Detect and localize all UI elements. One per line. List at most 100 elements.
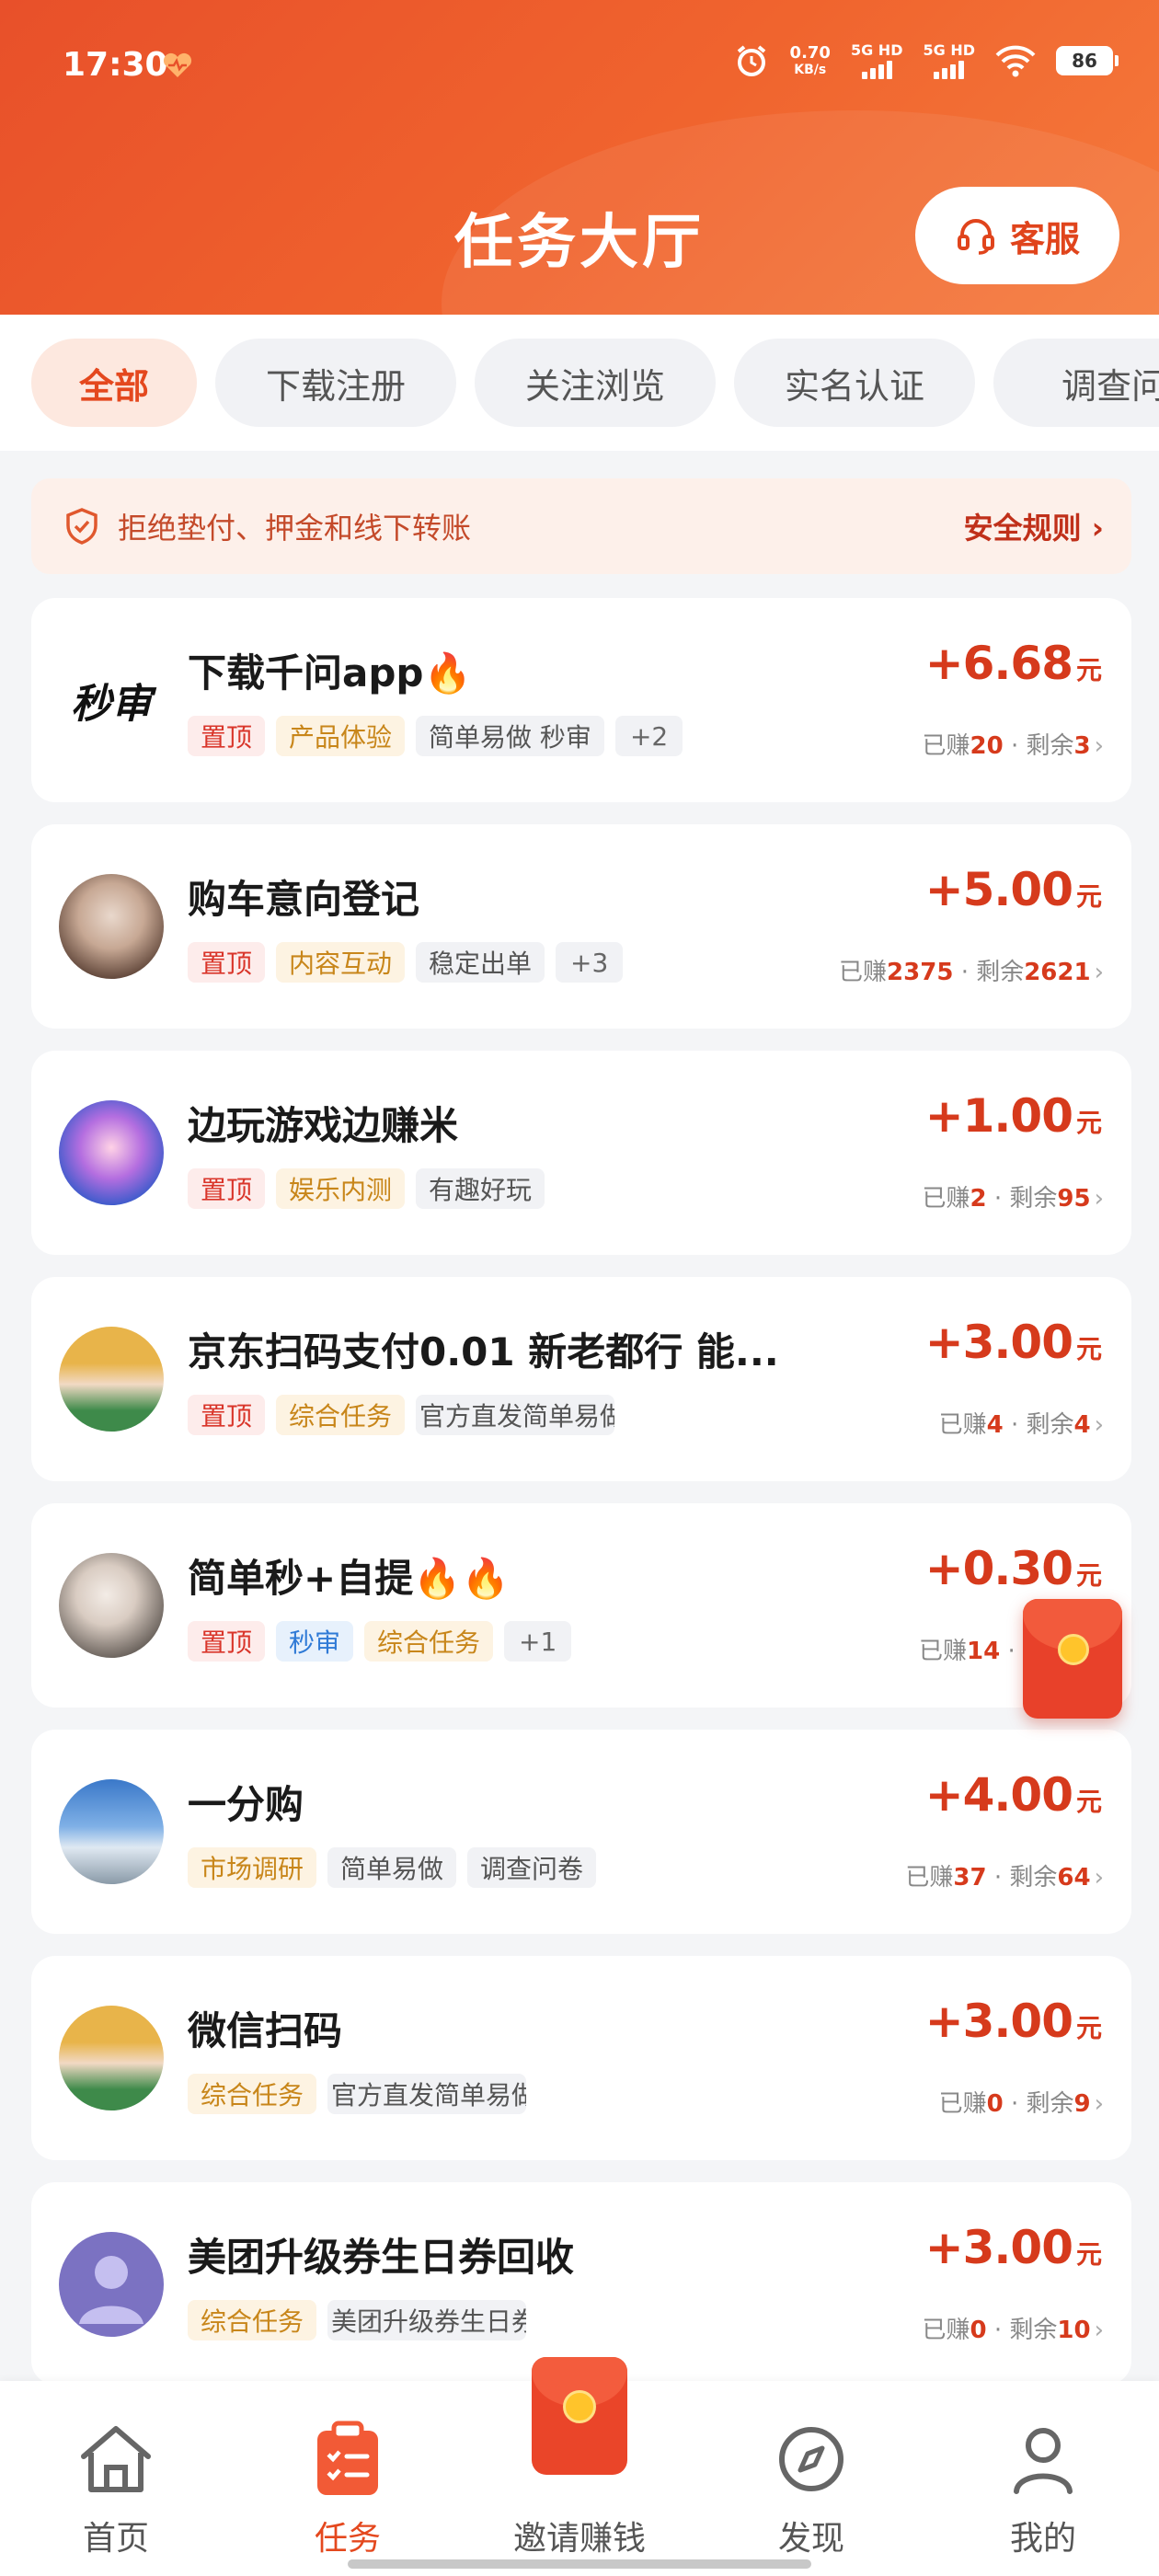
floating-red-envelope-icon[interactable] (1023, 1599, 1122, 1719)
earned-count: 37 (953, 1864, 987, 1892)
tag-pinned: 置顶 (188, 942, 266, 983)
task-reward-amount: +0.30 (924, 1542, 1073, 1595)
signal-2: 5G HD (923, 42, 975, 79)
home-icon (75, 2418, 157, 2501)
coin-icon (563, 2390, 596, 2423)
task-reward-unit: 元 (1075, 881, 1102, 912)
tab-real-name[interactable]: 实名认证 (734, 339, 975, 427)
tag-category: 市场调研 (188, 1847, 317, 1888)
status-right: 0.70 KB/s 5G HD 5G HD 86 (733, 42, 1119, 79)
task-reward-unit: 元 (1075, 1334, 1102, 1364)
task-card[interactable]: 购车意向登记 置顶 内容互动 稳定出单 +3 +5.00 元 已赚2375 · 剩… (31, 824, 1131, 1029)
remain-count: 10 (1057, 2317, 1091, 2344)
task-card[interactable]: 京东扫码支付0.01 新老都行 能... 置顶 综合任务 官方直发简单易做 +3… (31, 1277, 1131, 1481)
task-reward-unit: 元 (1075, 2013, 1102, 2043)
remain-label: · 剩余 (960, 959, 1025, 986)
task-reward-amount: +3.00 (924, 1316, 1073, 1369)
task-tags: 置顶 内容互动 稳定出单 +3 (188, 942, 624, 983)
nav-invite-label: 邀请赚钱 (512, 2520, 646, 2558)
task-avatar (59, 874, 164, 979)
task-card[interactable]: 美团升级券生日券回收 综合任务 美团升级券生日券 +3.00 元 已赚0 · 剩余… (31, 2182, 1131, 2385)
task-title: 京东扫码支付0.01 新老都行 能... (188, 1329, 779, 1374)
task-title: 简单秒+自提🔥🔥 (188, 1556, 510, 1601)
earned-count: 4 (986, 1411, 1004, 1439)
signal-1: 5G HD (851, 42, 902, 79)
nav-discover[interactable]: 发现 (695, 2381, 927, 2576)
nav-tasks[interactable]: 任务 (232, 2381, 464, 2576)
nav-discover-label: 发现 (777, 2520, 844, 2558)
remain-label: · 剩余 (993, 1185, 1058, 1213)
category-tabs: 全部 下载注册 关注浏览 实名认证 调查问 (0, 315, 1159, 451)
task-reward: +6.68 元 (925, 637, 1102, 690)
remain-label: · 剩余 (1010, 732, 1074, 760)
earned-label: 已赚 (905, 1864, 954, 1892)
task-avatar (59, 1327, 164, 1432)
chevron-right-icon: › (1094, 959, 1104, 986)
battery-icon: 86 (1056, 46, 1119, 75)
battery-level: 86 (1072, 50, 1097, 72)
tag-category: 娱乐内测 (276, 1168, 406, 1209)
task-reward-amount: +6.68 (924, 637, 1073, 690)
task-reward: +5.00 元 (925, 863, 1102, 916)
task-title: 一分购 (188, 1782, 304, 1827)
alarm-icon (737, 45, 765, 76)
task-avatar (59, 2006, 164, 2110)
status-bar: 17:30 0.70 KB/s 5G HD 5G HD 86 (0, 0, 1159, 138)
status-time: 17:30 (63, 46, 168, 84)
tag-pinned: 置顶 (188, 716, 266, 756)
customer-service-button[interactable]: 客服 (915, 187, 1119, 284)
tab-survey[interactable]: 调查问 (993, 339, 1159, 427)
remain-label: · 剩余 (1010, 2090, 1074, 2118)
task-avatar (59, 2232, 164, 2337)
task-tags: 综合任务 美团升级券生日券 (188, 2300, 527, 2340)
task-card[interactable]: 简单秒+自提🔥🔥 置顶 秒审 综合任务 +1 +0.30元 已赚14 · 剩 (31, 1503, 1131, 1708)
tab-download-register[interactable]: 下载注册 (215, 339, 456, 427)
nav-tasks-label: 任务 (314, 2520, 381, 2558)
red-envelope-icon[interactable] (532, 2357, 627, 2475)
chevron-right-icon: › (1094, 1864, 1104, 1892)
task-reward-unit: 元 (1075, 2239, 1102, 2270)
earned-count: 2 (970, 1185, 987, 1213)
app-activity-icon (163, 52, 192, 77)
tag-pinned: 置顶 (188, 1168, 266, 1209)
remain-count: 95 (1057, 1185, 1091, 1213)
task-reward-amount: +4.00 (924, 1768, 1073, 1822)
task-card[interactable]: 一分购 市场调研 简单易做 调查问卷 +4.00 元 已赚37 · 剩余64 › (31, 1730, 1131, 1934)
earned-label: 已赚 (922, 732, 970, 760)
task-title: 微信扫码 (188, 2008, 343, 2053)
task-card[interactable]: 边玩游戏边赚米 置顶 娱乐内测 有趣好玩 +1.00 元 已赚2 · 剩余95 › (31, 1051, 1131, 1255)
earned-count: 14 (967, 1638, 1001, 1665)
tab-all[interactable]: 全部 (31, 339, 197, 427)
task-stats: 已赚20 · 剩余3 › (923, 727, 1105, 761)
task-stats: 已赚2375 · 剩余2621 › (839, 953, 1104, 987)
nav-home[interactable]: 首页 (0, 2381, 232, 2576)
safety-notice: 拒绝垫付、押金和线下转账 安全规则 › (31, 478, 1131, 574)
earned-label: 已赚 (938, 1411, 987, 1439)
task-card[interactable]: 秒审 下载千问app🔥 置顶 产品体验 简单易做 秒审 +2 +6.68 元 已赚… (31, 598, 1131, 802)
task-title: 下载千问app🔥 (188, 650, 472, 696)
task-reward-amount: +1.00 (924, 1089, 1073, 1143)
tag-category: 综合任务 (188, 2074, 317, 2114)
task-title: 边玩游戏边赚米 (188, 1103, 459, 1148)
tag-pinned: 置顶 (188, 1395, 266, 1435)
remain-count: 2621 (1024, 959, 1091, 986)
task-stats: 已赚4 · 剩余4 › (939, 1406, 1104, 1440)
tag-feature: 简单易做 秒审 (416, 716, 604, 756)
safety-rules-link[interactable]: 安全规则 › (964, 505, 1104, 547)
nav-profile[interactable]: 我的 (927, 2381, 1159, 2576)
task-avatar (59, 1100, 164, 1205)
user-icon (1002, 2418, 1084, 2501)
nav-home-label: 首页 (82, 2520, 149, 2558)
task-card[interactable]: 微信扫码 综合任务 官方直发简单易做 +3.00 元 已赚0 · 剩余9 › (31, 1956, 1131, 2160)
clipboard-list-icon (306, 2418, 389, 2501)
earned-label: 已赚 (919, 1638, 968, 1665)
earned-count: 0 (986, 2090, 1004, 2118)
tab-follow-browse[interactable]: 关注浏览 (475, 339, 716, 427)
remain-label: · 剩余 (1010, 1411, 1074, 1439)
signal-2-label: 5G HD (923, 41, 975, 59)
category-tabs-row: 全部 下载注册 关注浏览 实名认证 调查问 (31, 339, 1159, 427)
header: 17:30 0.70 KB/s 5G HD 5G HD 86 任务大厅 客服 (0, 0, 1159, 315)
task-tags: 置顶 综合任务 官方直发简单易做 (188, 1395, 615, 1435)
task-stats: 已赚0 · 剩余9 › (939, 2085, 1104, 2119)
home-indicator[interactable] (348, 2559, 811, 2569)
